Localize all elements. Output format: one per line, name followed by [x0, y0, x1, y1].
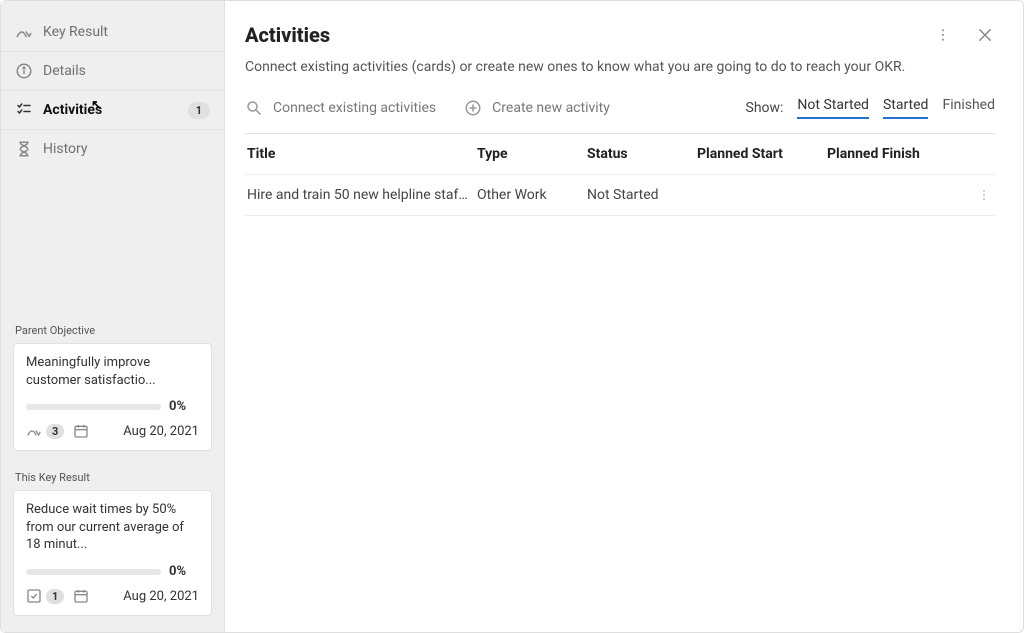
this-key-result-label: This Key Result: [1, 461, 224, 490]
more-options-button[interactable]: [933, 25, 953, 45]
progress-bar: [26, 569, 161, 575]
create-activity-button[interactable]: Create new activity: [464, 99, 610, 117]
plus-circle-icon: [464, 99, 482, 117]
progress-value: 0%: [169, 564, 199, 579]
parent-objective-title: Meaningfully improve customer satisfacti…: [26, 354, 199, 389]
checklist-icon: [15, 101, 33, 119]
activity-count: 1: [26, 588, 64, 604]
filter-not-started[interactable]: Not Started: [797, 97, 869, 119]
sidebar: Key Result Details Activities ↖ 1 Histor…: [1, 1, 225, 632]
this-key-result-card[interactable]: Reduce wait times by 50% from our curren…: [13, 490, 212, 616]
sidebar-item-label: Key Result: [43, 24, 108, 40]
table-row[interactable]: Hire and train 50 new helpline staff... …: [245, 175, 995, 216]
page-subtitle: Connect existing activities (cards) or c…: [245, 59, 995, 75]
path-arrow-icon: [15, 23, 33, 41]
sidebar-item-activities[interactable]: Activities ↖ 1: [1, 91, 224, 130]
parent-objective-label: Parent Objective: [1, 314, 224, 343]
activities-table: Title Type Status Planned Start Planned …: [245, 133, 995, 216]
row-title: Hire and train 50 new helpline staff...: [247, 187, 477, 203]
filter-started[interactable]: Started: [883, 97, 929, 119]
progress-value: 0%: [169, 399, 199, 414]
filters: Show: Not Started Started Finished: [746, 97, 996, 119]
row-more-button[interactable]: [977, 188, 1017, 202]
sidebar-nav: Key Result Details Activities ↖ 1 Histor…: [1, 1, 224, 168]
count-badge: 3: [46, 424, 64, 439]
actions-row: Connect existing activities Create new a…: [245, 97, 995, 119]
main-panel: Activities Connect existing activities (…: [225, 1, 1023, 632]
filter-label: Show:: [746, 100, 784, 116]
col-title: Title: [247, 146, 477, 162]
sidebar-item-key-result[interactable]: Key Result: [1, 13, 224, 52]
sidebar-item-details[interactable]: Details: [1, 52, 224, 91]
col-planned-finish: Planned Finish: [827, 146, 977, 162]
activities-count-badge: 1: [188, 102, 210, 119]
row-status: Not Started: [587, 187, 697, 203]
row-type: Other Work: [477, 187, 587, 203]
sidebar-item-label: Details: [43, 63, 86, 79]
page-title: Activities: [245, 23, 330, 47]
table-header: Title Type Status Planned Start Planned …: [245, 134, 995, 175]
check-square-icon: [26, 588, 42, 604]
this-key-result-progress: 0%: [26, 564, 199, 579]
sidebar-item-label: History: [43, 141, 88, 157]
parent-objective-progress: 0%: [26, 399, 199, 414]
parent-objective-card[interactable]: Meaningfully improve customer satisfacti…: [13, 343, 212, 451]
col-planned-start: Planned Start: [697, 146, 827, 162]
search-icon: [245, 99, 263, 117]
header-actions: [933, 25, 995, 45]
info-icon: [15, 62, 33, 80]
parent-objective-meta: 3 Aug 20, 2021: [26, 422, 199, 440]
hourglass-icon: [15, 140, 33, 158]
filter-finished[interactable]: Finished: [942, 97, 995, 119]
connect-activities-button[interactable]: Connect existing activities: [245, 99, 436, 117]
progress-bar: [26, 404, 161, 410]
calendar-icon: [72, 587, 90, 605]
count-badge: 1: [46, 589, 64, 604]
key-result-count: 3: [26, 423, 64, 439]
calendar-icon: [72, 422, 90, 440]
this-key-result-title: Reduce wait times by 50% from our curren…: [26, 501, 199, 554]
sidebar-item-history[interactable]: History: [1, 130, 224, 168]
sidebar-item-label: Activities: [43, 102, 102, 118]
col-type: Type: [477, 146, 587, 162]
close-button[interactable]: [975, 25, 995, 45]
action-label: Create new activity: [492, 100, 610, 116]
main-header: Activities: [245, 23, 995, 47]
col-status: Status: [587, 146, 697, 162]
this-key-result-meta: 1 Aug 20, 2021: [26, 587, 199, 605]
parent-objective-date: Aug 20, 2021: [123, 424, 199, 439]
path-arrow-icon: [26, 423, 42, 439]
action-label: Connect existing activities: [273, 100, 436, 116]
left-actions: Connect existing activities Create new a…: [245, 99, 610, 117]
this-key-result-date: Aug 20, 2021: [123, 589, 199, 604]
